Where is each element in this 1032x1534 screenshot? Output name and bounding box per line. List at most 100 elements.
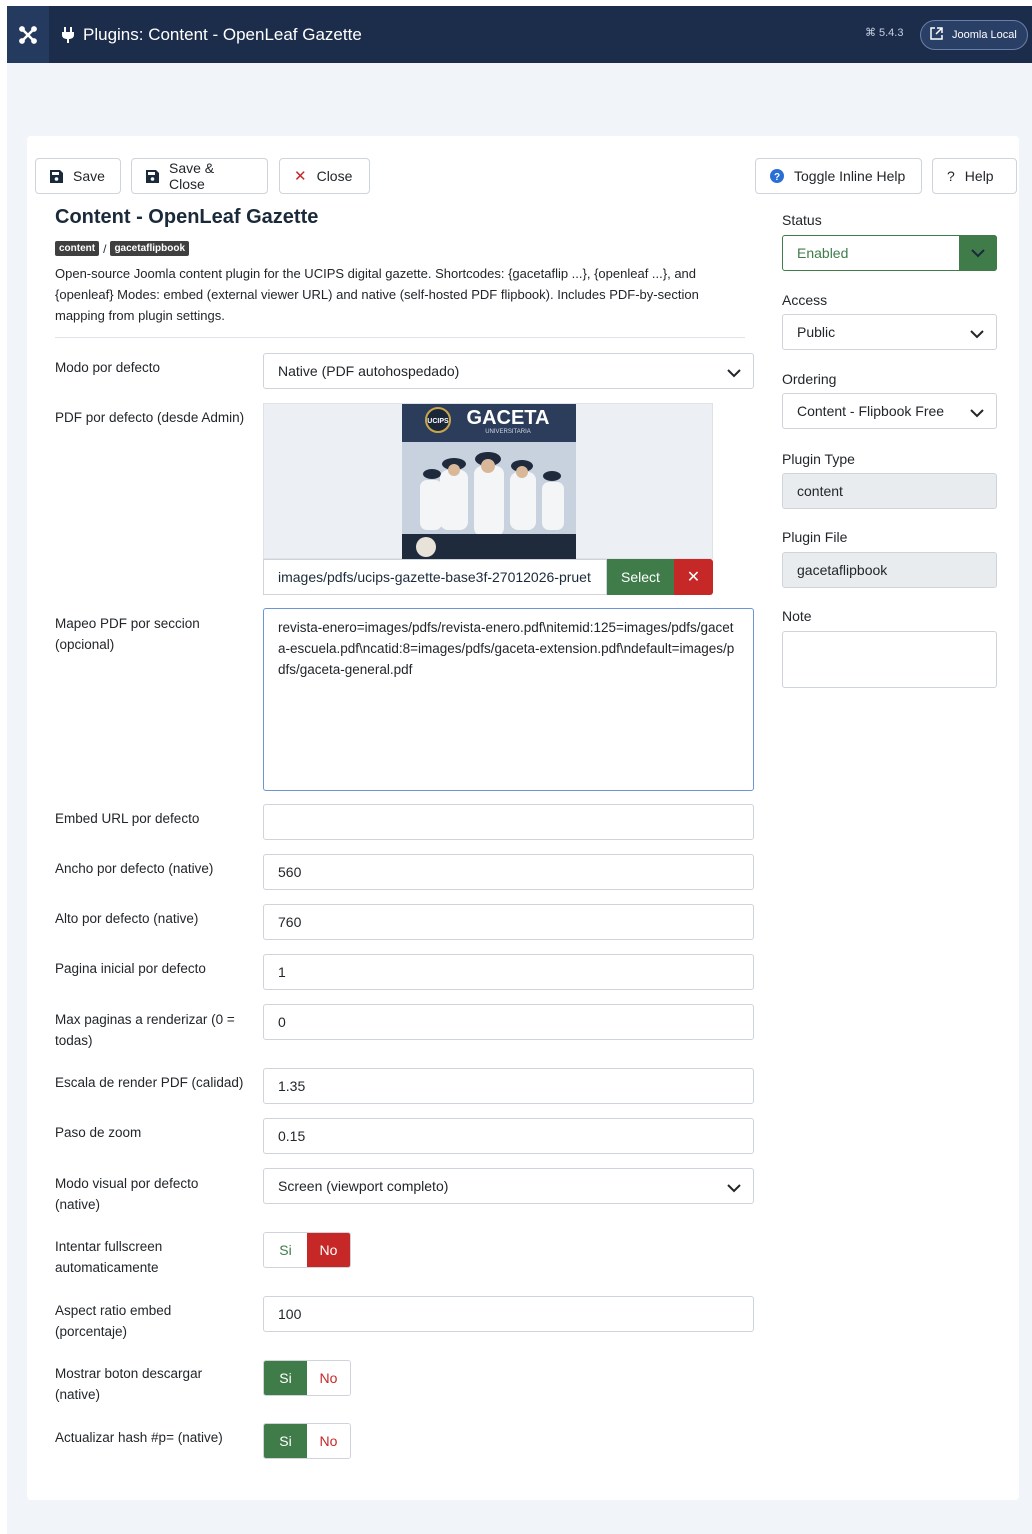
zoom-value: 0.15	[278, 1128, 306, 1144]
fullscreen-si-option[interactable]: Si	[264, 1233, 307, 1267]
cover-image: UCIPS GACETA UNIVERSITARIA	[402, 404, 576, 560]
max-value: 0	[278, 1014, 286, 1030]
ordering-select[interactable]: Content - Flipbook Free	[782, 393, 997, 429]
media-select-button[interactable]: Select	[607, 559, 674, 595]
close-icon: ✕	[294, 168, 307, 185]
plugin-type-field: content	[782, 473, 997, 509]
pdf-path-input[interactable]: images/pdfs/ucips-gazette-base3f-2701202…	[263, 559, 607, 595]
site-link-label: Joomla Local	[952, 29, 1017, 41]
descargar-si-option[interactable]: Si	[264, 1361, 307, 1395]
folder-badge: content	[55, 241, 100, 256]
ancho-input[interactable]: 560	[263, 854, 754, 890]
field-label-embed-url: Embed URL por defecto	[55, 811, 200, 826]
hash-si-option[interactable]: Si	[264, 1424, 307, 1458]
visual-select[interactable]: Screen (viewport completo)	[263, 1168, 754, 1204]
save-close-button[interactable]: Save & Close	[131, 158, 268, 194]
plugin-file-label: Plugin File	[782, 529, 848, 545]
status-select[interactable]: Enabled	[782, 235, 997, 271]
plugin-badges: content / gacetaflipbook	[55, 241, 190, 256]
escala-input[interactable]: 1.35	[263, 1068, 754, 1104]
plugin-title: Content - OpenLeaf Gazette	[55, 206, 319, 228]
version-text: 5.4.3	[879, 26, 904, 39]
plugin-type-label: Plugin Type	[782, 451, 855, 467]
help-button[interactable]: ? Help	[932, 158, 1017, 194]
cover-subtitle-text: UNIVERSITARIA	[485, 429, 531, 435]
close-button[interactable]: ✕ Close	[279, 158, 370, 194]
app-window: Plugins: Content - OpenLeaf Gazette ⌘ 5.…	[7, 6, 1032, 1534]
modo-value: Native (PDF autohospedado)	[278, 363, 460, 379]
toggle-help-label: Toggle Inline Help	[794, 168, 906, 184]
close-label: Close	[316, 168, 353, 184]
chevron-down-icon	[970, 326, 984, 342]
page-title-text: Plugins: Content - OpenLeaf Gazette	[83, 24, 362, 44]
embed-url-input[interactable]	[263, 804, 754, 840]
modo-select[interactable]: Native (PDF autohospedado)	[263, 353, 754, 389]
field-label-descargar: Mostrar boton descargar (native)	[55, 1366, 203, 1402]
fullscreen-toggle: Si No	[263, 1232, 351, 1268]
joomla-small-icon: ⌘	[865, 27, 876, 39]
descargar-toggle: Si No	[263, 1360, 351, 1396]
plugin-file-field: gacetaflipbook	[782, 552, 997, 588]
field-label-modo: Modo por defecto	[55, 360, 161, 375]
question-icon: ?	[947, 168, 955, 184]
ordering-label: Ordering	[782, 371, 837, 387]
escala-value: 1.35	[278, 1078, 306, 1094]
field-label-hash: Actualizar hash #p= (native)	[55, 1430, 223, 1445]
plugin-description: Open-source Joomla content plugin for th…	[55, 266, 699, 323]
header-bar: Plugins: Content - OpenLeaf Gazette ⌘ 5.…	[7, 6, 1032, 63]
toggle-inline-help-button[interactable]: ? Toggle Inline Help	[755, 158, 922, 194]
element-badge: gacetaflipbook	[110, 241, 190, 256]
field-label-alto: Alto por defecto (native)	[55, 911, 199, 926]
joomla-logo-icon[interactable]	[7, 6, 49, 63]
clear-icon: ✕	[686, 569, 701, 586]
aspect-input[interactable]: 100	[263, 1296, 754, 1332]
chevron-down-icon	[727, 1180, 741, 1196]
pdf-media-field: UCIPS GACETA UNIVERSITARIA images/pdfs/u…	[263, 403, 713, 597]
plugin-type-value: content	[797, 483, 843, 499]
chevron-down-icon	[970, 405, 984, 421]
save-label: Save	[73, 168, 105, 184]
max-input[interactable]: 0	[263, 1004, 754, 1040]
chevron-down-icon	[727, 365, 741, 381]
plug-icon	[61, 26, 75, 43]
cover-logo-text: UCIPS	[427, 418, 449, 425]
save-icon	[50, 169, 63, 183]
media-preview: UCIPS GACETA UNIVERSITARIA	[263, 403, 713, 560]
field-label-max: Max paginas a renderizar (0 = todas)	[55, 1012, 235, 1048]
version-label: ⌘ 5.4.3	[865, 26, 904, 40]
ancho-value: 560	[278, 864, 302, 880]
field-label-escala: Escala de render PDF (calidad)	[55, 1075, 244, 1090]
field-label-mapeo: Mapeo PDF por seccion (opcional)	[55, 616, 200, 652]
media-clear-button[interactable]: ✕	[674, 559, 713, 595]
pdf-path-value: images/pdfs/ucips-gazette-base3f-2701202…	[278, 569, 591, 585]
site-link-button[interactable]: Joomla Local	[920, 20, 1028, 50]
descargar-no-option[interactable]: No	[307, 1361, 350, 1395]
external-link-icon	[929, 26, 944, 44]
status-value: Enabled	[797, 245, 849, 261]
field-label-ancho: Ancho por defecto (native)	[55, 861, 214, 876]
zoom-input[interactable]: 0.15	[263, 1118, 754, 1154]
field-label-aspect: Aspect ratio embed (porcentaje)	[55, 1303, 172, 1339]
access-value: Public	[797, 324, 836, 340]
hash-no-option[interactable]: No	[307, 1424, 350, 1458]
access-select[interactable]: Public	[782, 314, 997, 350]
field-label-pagina: Pagina inicial por defecto	[55, 961, 206, 976]
pagina-input[interactable]: 1	[263, 954, 754, 990]
page-title: Plugins: Content - OpenLeaf Gazette	[61, 6, 362, 63]
hash-toggle: Si No	[263, 1423, 351, 1459]
alto-input[interactable]: 760	[263, 904, 754, 940]
field-label-fullscreen: Intentar fullscreen automaticamente	[55, 1239, 163, 1275]
plugin-file-value: gacetaflipbook	[797, 562, 888, 578]
field-label-zoom: Paso de zoom	[55, 1125, 142, 1140]
note-input[interactable]	[782, 631, 997, 688]
alto-value: 760	[278, 914, 302, 930]
fullscreen-no-option[interactable]: No	[307, 1233, 350, 1267]
save-close-label: Save & Close	[169, 160, 215, 192]
info-icon: ?	[770, 169, 784, 183]
save-button[interactable]: Save	[35, 158, 121, 194]
mapeo-textarea[interactable]: revista-enero=images/pdfs/revista-enero.…	[263, 608, 754, 791]
cover-title-text: GACETA	[467, 407, 550, 429]
save-icon	[146, 169, 159, 183]
svg-text:?: ?	[774, 172, 780, 183]
chevron-down-icon	[959, 235, 997, 271]
